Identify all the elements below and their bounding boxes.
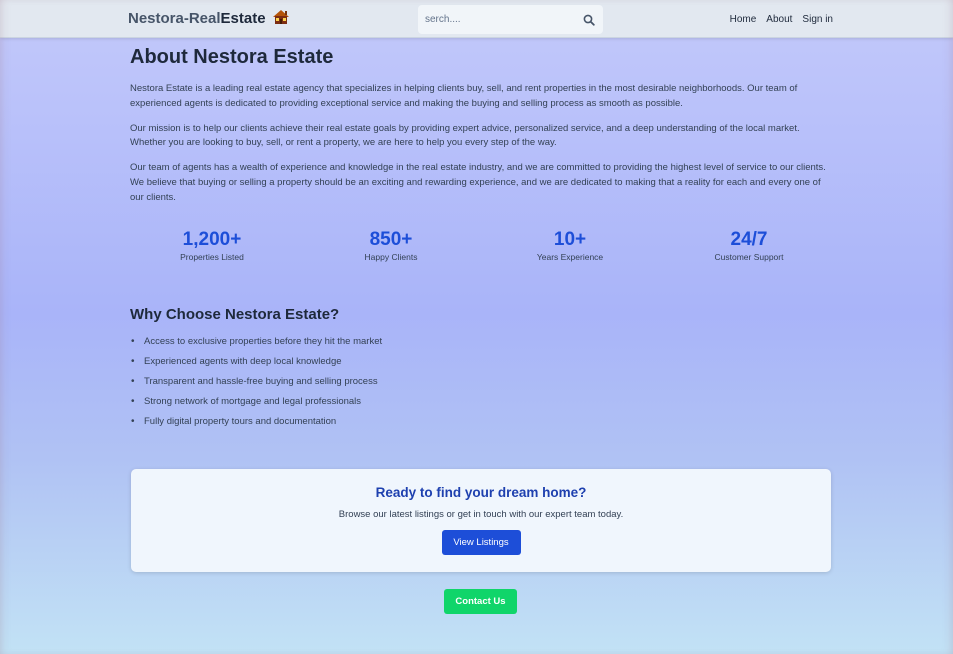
cta-card: Ready to find your dream home? Browse ou… [131,469,831,572]
stat-label: Customer Support [714,252,784,262]
cta-text: Browse our latest listings or get in tou… [338,509,624,520]
stat-value: 850+ [369,229,413,250]
nav-signin-link[interactable]: Sign in [802,14,833,25]
list-item: Fully digital property tours and documen… [130,415,382,435]
page-title: About Nestora Estate [130,46,334,68]
cta-title: Ready to find your dream home? [375,485,587,500]
stats-row: 1,200+ Properties Listed 850+ Happy Clie… [130,229,832,269]
contact-us-button[interactable]: Contact Us [444,589,517,614]
list-item: Experienced agents with deep local knowl… [130,355,382,375]
list-item: Strong network of mortgage and legal pro… [130,395,382,415]
brand-name-part1: Nestora-Real [128,10,221,27]
nav-about-link[interactable]: About [766,14,792,25]
stat-clients: 850+ Happy Clients [311,229,471,262]
why-choose-heading: Why Choose Nestora Estate? [130,306,340,323]
search-input[interactable] [418,14,568,25]
about-paragraph: Nestora Estate is a leading real estate … [130,83,798,109]
main-nav: Home About Sign in [730,14,833,25]
stat-value: 1,200+ [182,229,242,250]
top-navbar: Nestora-RealEstate Home About Sign in [0,0,953,38]
stat-properties: 1,200+ Properties Listed [132,229,292,262]
stat-value: 24/7 [730,229,768,250]
list-item: Transparent and hassle-free buying and s… [130,375,382,395]
list-item: Access to exclusive properties before th… [130,335,382,355]
stat-label: Years Experience [536,252,604,262]
mission-paragraph: Our mission is to help our clients achie… [130,122,800,149]
stat-experience: 10+ Years Experience [490,229,650,262]
stat-label: Properties Listed [180,252,244,262]
view-listings-button[interactable]: View Listings [441,530,521,555]
about-section: About Nestora Estate Nestora Estate is a… [130,46,832,429]
stat-value: 10+ [553,229,587,250]
stat-support: 24/7 Customer Support [669,229,829,262]
nav-home-link[interactable]: Home [730,14,757,25]
brand-logo[interactable]: Nestora-Real Estate [128,9,290,27]
stat-label: Happy Clients [364,252,418,262]
search-icon[interactable] [583,13,595,26]
house-icon [272,9,290,25]
search-bar [418,5,603,34]
brand-name-part2: Estate [220,10,266,27]
why-choose-list: Access to exclusive properties before th… [130,335,382,435]
team-paragraph: Our team of agents has a wealth of exper… [130,162,826,203]
